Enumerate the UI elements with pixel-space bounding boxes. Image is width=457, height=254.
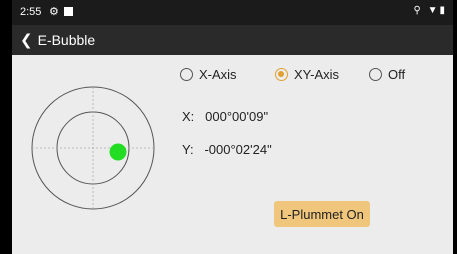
device-screen: 2:55 ⚙ ⚲ ▼▮ ❮ E-Bubble X-Axis XY-Axis Of…	[12, 0, 453, 254]
radio-xy-axis-label: XY-Axis	[294, 66, 340, 82]
radio-x-axis-circle-icon	[180, 67, 193, 81]
l-plummet-button[interactable]: L-Plummet On	[274, 201, 370, 227]
app-bar: ❮ E-Bubble	[12, 25, 453, 55]
status-time: 2:55	[20, 6, 42, 18]
bubble-content: X-Axis XY-Axis Off X: 000°00'09" Y: -000…	[12, 55, 453, 254]
bubble-dot	[109, 143, 127, 161]
notification-square-icon	[64, 7, 73, 16]
x-readout-value: 000°00'09"	[205, 109, 269, 124]
radio-off[interactable]: Off	[369, 65, 405, 83]
radio-xy-axis-circle-icon	[275, 67, 288, 81]
x-readout: X: 000°00'09"	[182, 109, 268, 124]
radio-off-label: Off	[388, 66, 406, 82]
chevron-left-icon: ❮	[20, 31, 33, 49]
y-readout-value: -000°02'24"	[204, 142, 272, 157]
page-title: E-Bubble	[37, 32, 96, 48]
back-button[interactable]: ❮ E-Bubble	[20, 29, 95, 51]
status-bar: 2:55 ⚙ ⚲ ▼▮	[12, 0, 453, 25]
gear-icon: ⚙	[49, 6, 59, 18]
y-readout: Y: -000°02'24"	[182, 142, 272, 157]
radio-xy-axis[interactable]: XY-Axis	[275, 65, 339, 83]
radio-off-circle-icon	[369, 67, 382, 81]
y-readout-label: Y:	[182, 142, 194, 157]
radio-x-axis-label: X-Axis	[199, 66, 237, 82]
x-readout-label: X:	[182, 109, 195, 124]
bubble-level-graphic	[31, 86, 155, 210]
location-wifi-battery-icon: ⚲ ▼▮	[413, 5, 447, 16]
radio-x-axis[interactable]: X-Axis	[180, 65, 237, 83]
